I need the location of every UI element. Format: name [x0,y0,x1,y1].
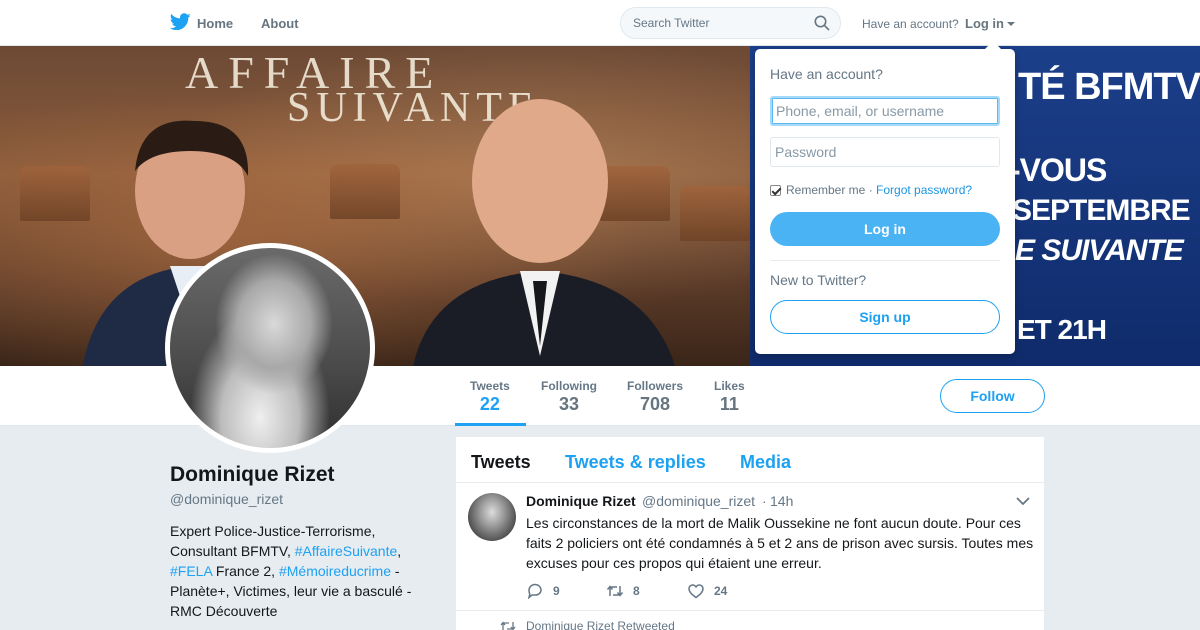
top-nav: Home About Have an account? Log in [0,0,1200,46]
retweet-count: 8 [633,584,640,598]
bio-hashtag-link[interactable]: #FELA [170,563,212,579]
reply-button[interactable]: 9 [526,583,560,599]
stat-value: 22 [479,394,500,414]
login-dropdown-toggle[interactable]: Log in [965,16,1015,31]
heart-icon [688,584,704,599]
tweet-separator: · [762,493,767,509]
tweet-avatar[interactable] [468,493,516,541]
like-count: 24 [714,584,728,598]
banner-promo-line2: SEPTEMBRE [1012,194,1191,227]
stat-value: 708 [639,394,671,414]
caret-down-icon [1007,22,1015,26]
retweet-icon [500,621,516,630]
bio-hashtag-link[interactable]: #AffaireSuivante [295,543,397,559]
bio-hashtag-link[interactable]: #Mémoireducrime [279,563,391,579]
stat-label: Following [541,379,597,393]
forgot-password-link[interactable]: Forgot password? [876,183,972,197]
remember-me-label[interactable]: Remember me [786,183,865,197]
nav-about-link[interactable]: About [261,16,299,31]
retweeted-context[interactable]: Dominique Rizet Retweeted [500,619,675,630]
nav-home-link[interactable]: Home [197,16,233,31]
search-box[interactable] [620,7,841,39]
dropdown-arrow [985,41,1001,49]
new-to-twitter-text: New to Twitter? [770,272,867,288]
divider [770,260,1000,261]
profile-avatar[interactable] [165,243,375,453]
tab-media[interactable]: Media [740,452,791,473]
like-button[interactable]: 24 [687,583,727,599]
follow-button[interactable]: Follow [940,379,1045,413]
remember-separator: · [865,183,877,197]
chevron-down-icon[interactable] [1016,496,1030,506]
stat-label: Tweets [470,379,510,393]
stat-value: 11 [719,394,739,414]
login-link-label: Log in [965,16,1004,31]
signup-button[interactable]: Sign up [770,300,1000,334]
twitter-bird-icon[interactable] [170,13,191,31]
tweet-timestamp[interactable]: 14h [770,493,793,509]
tab-tweets-replies[interactable]: Tweets & replies [565,452,706,473]
tweet-author-name[interactable]: Dominique Rizet [526,493,636,509]
banner-promo-line1: -VOUS [1010,152,1107,188]
stat-following[interactable]: Following 33 [541,379,597,415]
stat-label: Followers [627,379,684,393]
reply-icon [527,583,542,599]
tweet-author-handle[interactable]: @dominique_rizet [642,493,755,509]
have-account-text: Have an account? [862,17,959,31]
banner-promo-line4: ET 21H [1017,314,1107,345]
timeline: Tweets Tweets & replies Media Dominique … [456,437,1044,630]
retweet-button[interactable]: 8 [606,583,640,599]
retweeted-label: Dominique Rizet Retweeted [526,619,675,630]
avatar-image [170,248,370,448]
search-input[interactable] [633,8,813,38]
search-icon[interactable] [814,15,830,31]
stat-likes[interactable]: Likes 11 [714,379,745,415]
profile-name[interactable]: Dominique Rizet [170,463,335,487]
banner-promo-line3: E SUIVANTE [1015,234,1184,267]
stat-followers[interactable]: Followers 708 [627,379,683,415]
retweet-icon [606,585,624,597]
username-field[interactable] [770,96,1000,126]
login-button[interactable]: Log in [770,212,1000,246]
bio-text: , [397,543,402,559]
dropdown-title: Have an account? [770,66,883,82]
remember-me-checkbox[interactable] [770,184,781,196]
tab-tweets[interactable]: Tweets [471,452,531,473]
login-dropdown: Have an account? Remember me · Forgot pa… [755,41,1015,354]
banner-host-right [413,99,675,366]
stat-tweets[interactable]: Tweets 22 [470,379,510,415]
active-stat-indicator [455,423,526,426]
tweet[interactable]: Dominique Rizet @dominique_rizet · 14h L… [456,483,1044,611]
password-field[interactable] [770,137,1000,167]
profile-bio: Expert Police-Justice-Terrorisme, Consul… [170,521,435,621]
bio-text: France 2, [212,563,279,579]
timeline-tabs: Tweets Tweets & replies Media [456,437,1044,483]
tweet-actions: 9 8 24 [526,583,826,599]
remember-me-row: Remember me · Forgot password? [770,183,972,197]
stat-value: 33 [558,394,580,414]
reply-count: 9 [553,584,560,598]
tweet-text: Les circonstances de la mort de Malik Ou… [526,515,1034,571]
profile-handle[interactable]: @dominique_rizet [170,491,283,507]
banner-channel-text: TÉ BFMTV [1018,66,1200,108]
stat-label: Likes [714,379,745,393]
